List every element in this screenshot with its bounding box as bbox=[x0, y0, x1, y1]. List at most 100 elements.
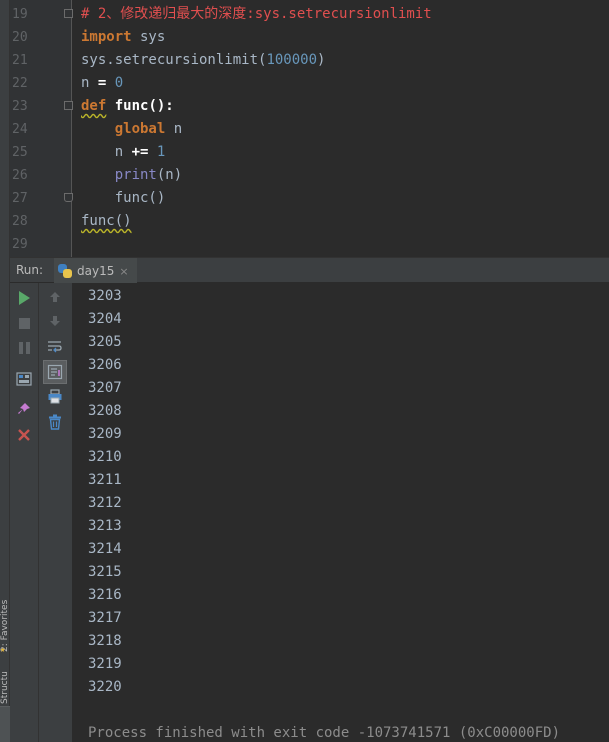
console-line: 3207 bbox=[88, 380, 122, 396]
pin-icon bbox=[18, 403, 30, 414]
structure-tool-tab[interactable]: Structure bbox=[0, 672, 10, 706]
fold-end-icon[interactable] bbox=[64, 193, 73, 202]
operator: = bbox=[97, 75, 107, 91]
down-arrow-icon bbox=[50, 316, 60, 326]
console-line: 3220 bbox=[88, 679, 122, 695]
bottom-tool-tab[interactable] bbox=[0, 706, 10, 742]
run-tab-day15[interactable]: day15 × bbox=[54, 258, 137, 284]
scroll-down-button[interactable] bbox=[45, 311, 65, 331]
code-line: 29 bbox=[10, 233, 609, 256]
favorites-star-icon: ★ bbox=[0, 645, 6, 655]
left-tool-strip: 2: Favorites ★ Structure bbox=[0, 0, 10, 742]
keyword-def: def bbox=[81, 98, 107, 114]
line-number: 24 bbox=[12, 122, 28, 137]
run-label: Run: bbox=[16, 263, 44, 277]
code-line: 21 sys.setrecursionlimit(100000) bbox=[10, 49, 609, 72]
layout-icon bbox=[16, 372, 32, 386]
code-line: 23 def func(): bbox=[10, 95, 609, 118]
run-toolbar-secondary bbox=[39, 283, 73, 742]
print-button[interactable] bbox=[45, 387, 65, 407]
trash-icon bbox=[49, 414, 61, 430]
line-number: 28 bbox=[12, 214, 28, 229]
function-call: func() bbox=[114, 190, 166, 206]
line-number: 19 bbox=[12, 7, 28, 22]
console-line: 3218 bbox=[88, 633, 122, 649]
function-call: func() bbox=[81, 213, 132, 229]
scroll-to-end-icon bbox=[47, 364, 63, 380]
line-number: 20 bbox=[12, 30, 28, 45]
function-signature: (): bbox=[148, 98, 174, 114]
layout-button[interactable] bbox=[14, 369, 34, 389]
number-literal: 1 bbox=[156, 144, 166, 160]
scroll-up-button[interactable] bbox=[45, 287, 65, 307]
call-args: (n) bbox=[156, 167, 183, 183]
structure-tab-label: Structure bbox=[0, 672, 10, 704]
run-icon bbox=[18, 291, 30, 305]
variable: n bbox=[114, 144, 124, 160]
console-line: 3214 bbox=[88, 541, 122, 557]
pause-button[interactable] bbox=[14, 338, 34, 358]
keyword-global: global bbox=[114, 121, 166, 137]
run-toolbar-primary bbox=[10, 283, 39, 742]
console-line: 3204 bbox=[88, 311, 122, 327]
console-line: 3217 bbox=[88, 610, 122, 626]
console-line: 3212 bbox=[88, 495, 122, 511]
number-literal: 100000 bbox=[266, 52, 318, 68]
tab-close-icon[interactable]: × bbox=[119, 265, 128, 278]
stop-icon bbox=[18, 317, 30, 329]
scroll-to-end-button[interactable] bbox=[43, 360, 67, 384]
up-arrow-icon bbox=[50, 292, 60, 302]
process-exit-message: Process finished with exit code -1073741… bbox=[88, 725, 561, 741]
builtin-print: print bbox=[114, 167, 157, 183]
fold-icon[interactable] bbox=[64, 101, 73, 110]
operator: += bbox=[131, 144, 149, 160]
line-number: 21 bbox=[12, 53, 28, 68]
soft-wrap-button[interactable] bbox=[45, 336, 65, 356]
code-line: 19 # 2、修改递归最大的深度:sys.setrecursionlimit bbox=[10, 3, 609, 26]
module-name: sys bbox=[131, 29, 166, 45]
variable: n bbox=[165, 121, 183, 137]
console-line: 3208 bbox=[88, 403, 122, 419]
keyword-import: import bbox=[81, 29, 132, 45]
python-icon bbox=[58, 264, 72, 278]
code-comment: # 2、修改递归最大的深度:sys.setrecursionlimit bbox=[81, 6, 432, 22]
code-line: 24 global n bbox=[10, 118, 609, 141]
console-line: 3213 bbox=[88, 518, 122, 534]
close-icon bbox=[18, 429, 30, 441]
code-editor[interactable]: 19 # 2、修改递归最大的深度:sys.setrecursionlimit 2… bbox=[10, 0, 609, 257]
paren-close: ) bbox=[317, 52, 326, 68]
function-name: func bbox=[114, 98, 149, 114]
run-button[interactable] bbox=[14, 288, 34, 308]
pin-button[interactable] bbox=[14, 399, 34, 419]
number-literal: 0 bbox=[114, 75, 124, 91]
console-output[interactable]: 3203 3204 3205 3206 3207 3208 3209 3210 … bbox=[73, 283, 609, 742]
run-tab-label: day15 bbox=[77, 264, 115, 278]
code-line: 27 func() bbox=[10, 187, 609, 210]
line-number: 27 bbox=[12, 191, 28, 206]
code-line: 22 n = 0 bbox=[10, 72, 609, 95]
line-number: 29 bbox=[12, 237, 28, 252]
pause-icon bbox=[18, 342, 30, 354]
line-number: 23 bbox=[12, 99, 28, 114]
console-line: 3210 bbox=[88, 449, 122, 465]
console-line: 3206 bbox=[88, 357, 122, 373]
console-line: 3219 bbox=[88, 656, 122, 672]
print-icon bbox=[48, 389, 62, 404]
fold-icon[interactable] bbox=[64, 9, 73, 18]
code-line: 20 import sys bbox=[10, 26, 609, 49]
soft-wrap-icon bbox=[48, 341, 62, 353]
run-tool-header: Run: day15 × bbox=[10, 257, 609, 284]
close-button[interactable] bbox=[14, 425, 34, 445]
code-line: 28 func() bbox=[10, 210, 609, 233]
line-number: 25 bbox=[12, 145, 28, 160]
console-line: 3211 bbox=[88, 472, 122, 488]
console-line: 3209 bbox=[88, 426, 122, 442]
clear-all-button[interactable] bbox=[45, 412, 65, 432]
console-line: 3203 bbox=[88, 288, 122, 304]
console-line: 3215 bbox=[88, 564, 122, 580]
variable: n bbox=[81, 75, 90, 91]
console-line: 3216 bbox=[88, 587, 122, 603]
stop-button[interactable] bbox=[14, 313, 34, 333]
console-line: 3205 bbox=[88, 334, 122, 350]
line-number: 22 bbox=[12, 76, 28, 91]
